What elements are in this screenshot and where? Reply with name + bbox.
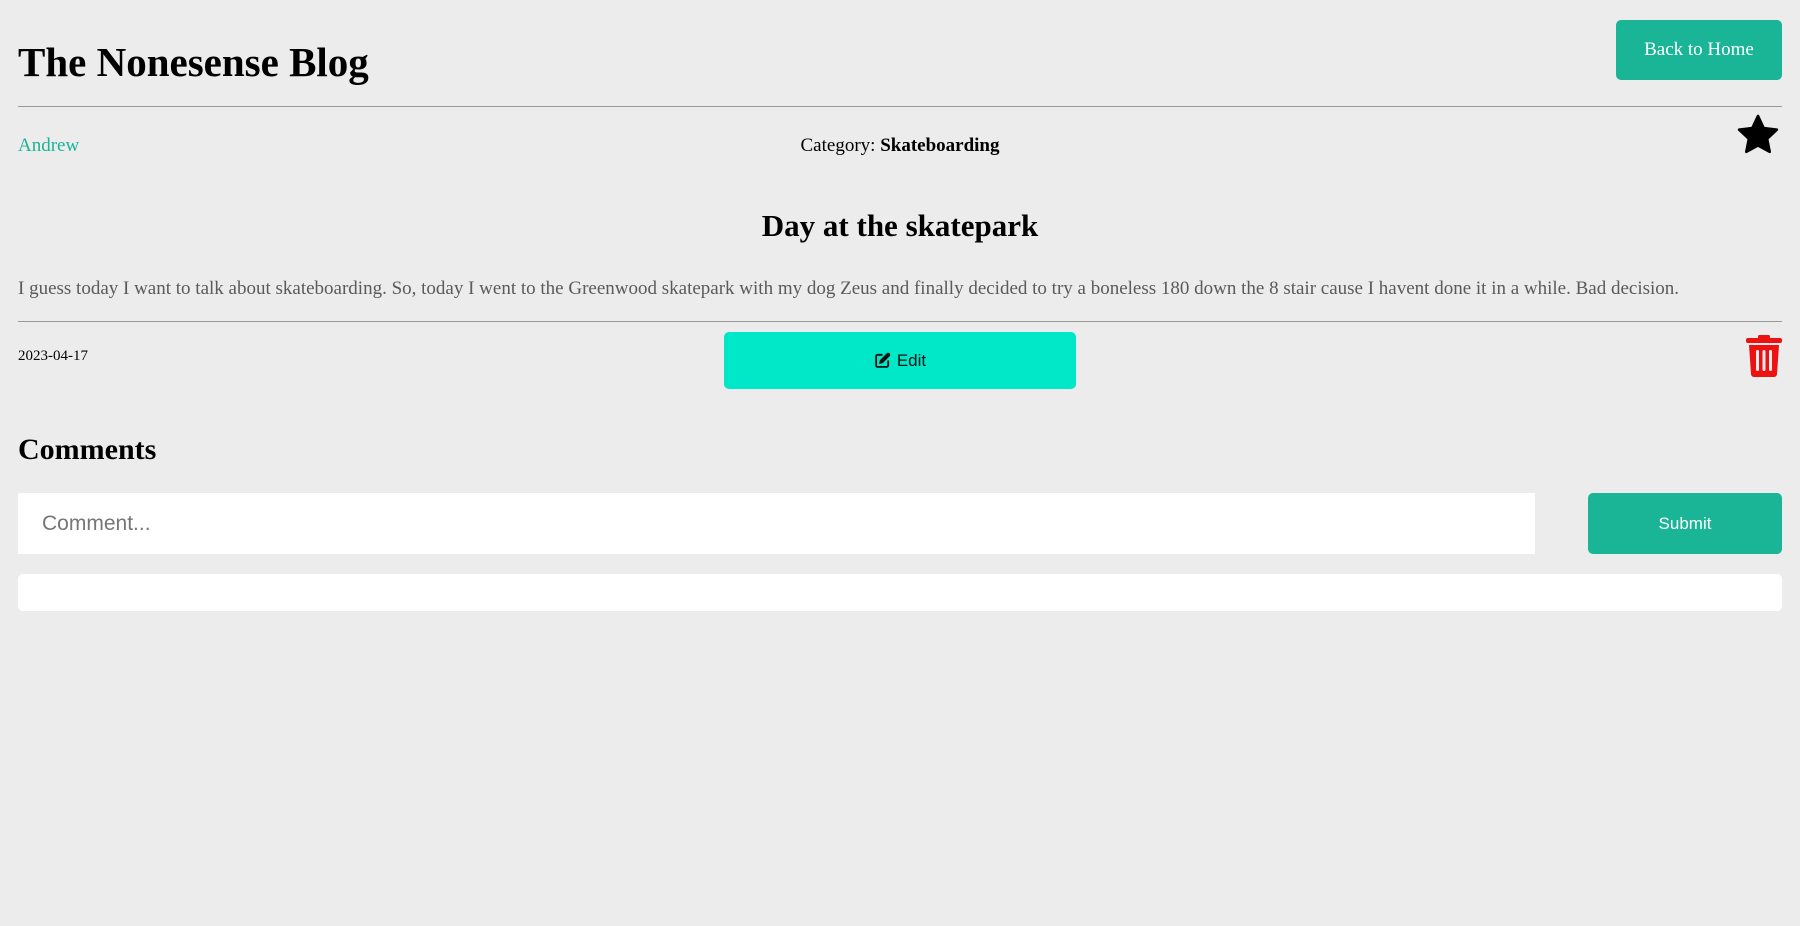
post-title: Day at the skatepark bbox=[761, 208, 1039, 243]
post-divider bbox=[18, 321, 1782, 322]
post-body: I guess today I want to talk about skate… bbox=[18, 278, 1680, 299]
edit-button[interactable]: Edit bbox=[724, 332, 1076, 389]
edit-icon bbox=[875, 352, 891, 368]
edit-button-label: Edit bbox=[896, 350, 927, 370]
comments-heading: Comments bbox=[18, 433, 157, 466]
post-category: Category: Skateboarding bbox=[18, 134, 1782, 158]
trash-icon[interactable] bbox=[1746, 335, 1782, 377]
submit-comment-button[interactable]: Submit bbox=[1588, 493, 1782, 554]
back-to-home-button[interactable]: Back to Home bbox=[1616, 20, 1782, 80]
star-icon[interactable] bbox=[1736, 113, 1780, 157]
post-meta-row: Andrew Category: Skateboarding bbox=[18, 107, 1782, 177]
post-date: 2023-04-17 bbox=[18, 348, 88, 364]
page-header: The Nonesense Blog Back to Home bbox=[18, 0, 1782, 107]
site-title: The Nonesense Blog bbox=[18, 39, 369, 85]
blog-post-page: The Nonesense Blog Back to Home Andrew C… bbox=[18, 0, 1782, 926]
category-value: Skateboarding bbox=[880, 135, 1000, 156]
comment-list bbox=[18, 574, 1782, 611]
comment-input[interactable] bbox=[18, 493, 1535, 554]
category-label: Category: bbox=[800, 135, 876, 156]
